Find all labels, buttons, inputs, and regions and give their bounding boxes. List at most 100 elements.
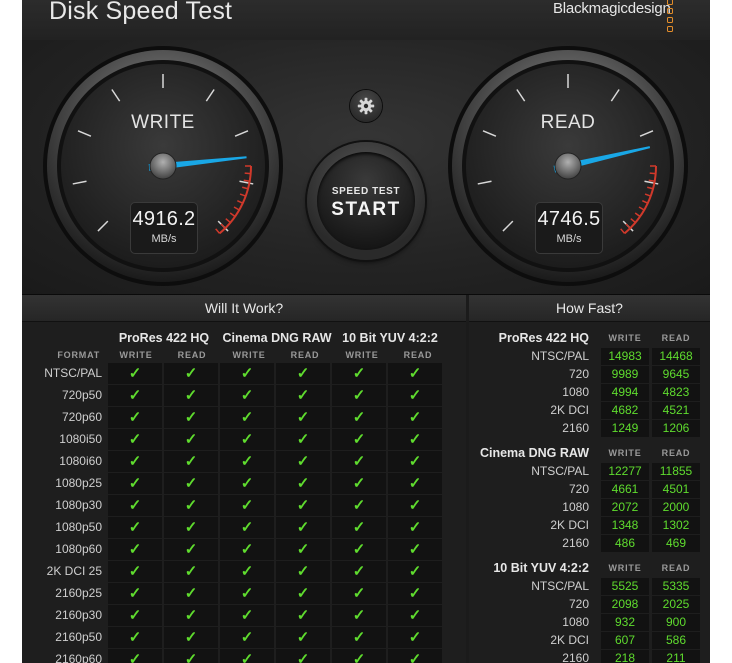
check-icon: ✓	[388, 473, 442, 494]
write-speed-unit: MB/s	[151, 233, 177, 245]
check-icon: ✓	[164, 363, 218, 384]
check-icon: ✓	[220, 473, 274, 494]
check-icon: ✓	[388, 385, 442, 406]
format-label: 720p60	[61, 410, 102, 424]
resolution-label: 1080	[562, 500, 589, 514]
will-it-work-table: Will It Work? FORMAT ProRes 422 HQ WRITE R…	[22, 295, 466, 663]
read-fps-value: 1302	[652, 517, 700, 534]
format-label: 2K DCI 25	[46, 564, 102, 578]
read-gauge-label: READ	[540, 112, 596, 133]
format-label: 1080p25	[55, 476, 102, 490]
how-fast-table: How Fast? ProRes 422 HQ WRITE READ NTSC/PAL…	[469, 295, 710, 663]
table-row: NTSC/PAL 5525 5335	[469, 578, 710, 595]
table-row: 2160p30 ✓ ✓ ✓ ✓ ✓ ✓	[22, 605, 466, 627]
read-fps-value: 4823	[652, 384, 700, 401]
table-row: 2160p60 ✓ ✓ ✓ ✓ ✓ ✓	[22, 649, 466, 663]
check-icon: ✓	[108, 605, 162, 626]
format-label: 2160p50	[55, 630, 102, 644]
check-icon: ✓	[388, 407, 442, 428]
check-icon: ✓	[220, 517, 274, 538]
check-icon: ✓	[388, 605, 442, 626]
check-icon: ✓	[164, 561, 218, 582]
disk-speed-test-window: Disk Speed Test Blackmagicdesign WRITE 4…	[22, 0, 710, 663]
write-fps-value: 2098	[601, 596, 649, 613]
write-gauge-hub	[149, 152, 177, 180]
group-header: Cinema DNG RAW	[222, 331, 332, 345]
table-row: NTSC/PAL 12277 11855	[469, 463, 710, 480]
start-speed-test-button[interactable]: SPEED TEST START	[307, 142, 425, 260]
check-icon: ✓	[164, 473, 218, 494]
read-fps-value: 5335	[652, 578, 700, 595]
check-icon: ✓	[276, 605, 330, 626]
read-column-header: READ	[661, 333, 691, 343]
check-icon: ✓	[108, 561, 162, 582]
write-fps-value: 12277	[601, 463, 649, 480]
format-label: 2160p25	[55, 586, 102, 600]
group-header: 10 Bit YUV 4:2:2	[342, 331, 438, 345]
format-label: 2160p30	[55, 608, 102, 622]
resolution-label: 2160	[562, 536, 589, 550]
settings-button[interactable]	[350, 90, 382, 122]
read-speed-readout: 4746.5 MB/s	[535, 202, 603, 254]
read-column-header: READ	[661, 448, 691, 458]
table-row: 720p60 ✓ ✓ ✓ ✓ ✓ ✓	[22, 407, 466, 429]
write-fps-value: 607	[601, 632, 649, 649]
check-icon: ✓	[220, 583, 274, 604]
check-icon: ✓	[388, 451, 442, 472]
check-icon: ✓	[108, 473, 162, 494]
check-icon: ✓	[164, 605, 218, 626]
read-fps-value: 586	[652, 632, 700, 649]
write-fps-value: 9989	[601, 366, 649, 383]
check-icon: ✓	[276, 649, 330, 663]
check-icon: ✓	[332, 473, 386, 494]
check-icon: ✓	[276, 429, 330, 450]
check-icon: ✓	[220, 561, 274, 582]
resolution-label: NTSC/PAL	[531, 349, 589, 363]
table-row: 720 9989 9645	[469, 366, 710, 383]
check-icon: ✓	[164, 583, 218, 604]
check-icon: ✓	[388, 363, 442, 384]
table-row: 720 4661 4501	[469, 481, 710, 498]
read-fps-value: 469	[652, 535, 700, 552]
read-gauge-hub	[554, 152, 582, 180]
read-fps-value: 900	[652, 614, 700, 631]
check-icon: ✓	[108, 495, 162, 516]
write-column-header: WRITE	[232, 350, 266, 360]
write-speed-readout: 4916.2 MB/s	[130, 202, 198, 254]
write-column-header: WRITE	[345, 350, 379, 360]
check-icon: ✓	[220, 451, 274, 472]
write-column-header: WRITE	[608, 563, 642, 573]
table-row: NTSC/PAL 14983 14468	[469, 348, 710, 365]
table-row: 720 2098 2025	[469, 596, 710, 613]
check-icon: ✓	[388, 583, 442, 604]
check-icon: ✓	[276, 451, 330, 472]
check-icon: ✓	[164, 495, 218, 516]
table-row: 2K DCI 25 ✓ ✓ ✓ ✓ ✓ ✓	[22, 561, 466, 583]
table-row: 2K DCI 4682 4521	[469, 402, 710, 419]
write-fps-value: 4661	[601, 481, 649, 498]
format-group-title: ProRes 422 HQ	[498, 331, 589, 345]
check-icon: ✓	[388, 429, 442, 450]
read-column-header: READ	[177, 350, 207, 360]
write-column-header: WRITE	[608, 333, 642, 343]
write-fps-value: 14983	[601, 348, 649, 365]
format-label: 1080i50	[59, 432, 102, 446]
title-bar: Disk Speed Test Blackmagicdesign	[22, 0, 710, 41]
check-icon: ✓	[332, 649, 386, 663]
gauge-panel: WRITE 4916.2 MB/s READ 4746.5 MB/s SPEED…	[22, 40, 710, 295]
read-column-header: READ	[661, 563, 691, 573]
read-fps-value: 4501	[652, 481, 700, 498]
check-icon: ✓	[276, 561, 330, 582]
resolution-label: NTSC/PAL	[531, 464, 589, 478]
check-icon: ✓	[108, 385, 162, 406]
check-icon: ✓	[108, 649, 162, 663]
format-label: 1080p30	[55, 498, 102, 512]
format-group-title: 10 Bit YUV 4:2:2	[493, 561, 589, 575]
resolution-label: 2K DCI	[550, 403, 589, 417]
write-fps-value: 932	[601, 614, 649, 631]
check-icon: ✓	[164, 407, 218, 428]
read-fps-value: 4521	[652, 402, 700, 419]
brand-logo-text: Blackmagicdesign	[553, 0, 671, 17]
format-label: 1080i60	[59, 454, 102, 468]
check-icon: ✓	[164, 385, 218, 406]
